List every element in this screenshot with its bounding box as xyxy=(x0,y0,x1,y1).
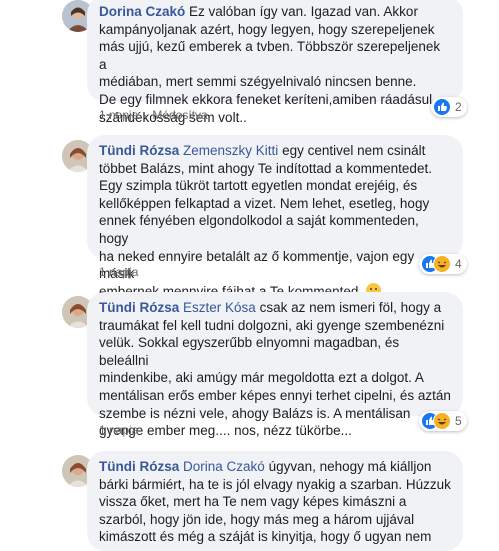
comment-author-link[interactable]: Tündi Rózsa xyxy=(99,300,179,315)
comment-timestamp[interactable]: 1 napja xyxy=(99,423,138,437)
comment-text-line: szarból, hogy jön ide, hogy más meg a há… xyxy=(99,511,415,527)
reaction-summary[interactable]: 2 xyxy=(431,97,467,117)
comment-text-line: mindenkibe, aki amúgy már megoldotta ezt… xyxy=(99,370,424,386)
comment-text-line: ennek fényében elgondolkodol a saját kom… xyxy=(99,213,419,246)
reaction-summary[interactable]: 4 xyxy=(419,254,467,274)
comment-timestamp[interactable]: 1 napja xyxy=(99,108,138,122)
comment-bubble: Tündi Rózsa Eszter Kósa csak az nem isme… xyxy=(87,292,463,438)
comment-text-line: úgyvan, nehogy má kiálljon xyxy=(268,459,432,474)
comment-bubble: Tündi Rózsa Zemenszky Kitti egy centivel… xyxy=(87,135,463,299)
comment-text-line: Egy szimpla tükröt tartott egyetlen mond… xyxy=(99,178,418,194)
reaction-count: 5 xyxy=(455,414,462,428)
comment-text-line: csak az nem ismeri föl, hogy a xyxy=(259,300,442,315)
reaction-summary[interactable]: 5 xyxy=(419,411,467,431)
like-reaction-icon xyxy=(433,98,451,116)
comment-text-line: kellőképpen felkaptad a vizet. Nem lehet… xyxy=(99,195,430,211)
comment-text-line: vissza őket, mert ha Te nem vagy képes k… xyxy=(99,494,407,510)
comment-actions: 1 napja xyxy=(99,423,138,437)
comment-text-line: szembe is nézni vele, ahogy Balázs is. A… xyxy=(99,405,411,421)
comment-text-line: médiában, mert semmi szégyelnivaló nincs… xyxy=(99,74,417,90)
comment-text-line: ha neked ennyire betalált az ő kommentje… xyxy=(99,248,415,282)
comment-text-line: kimászott és még a száját is kinyitja, h… xyxy=(99,529,432,545)
comment-timestamp[interactable]: 1 napja xyxy=(99,265,138,279)
edited-label[interactable]: Módosítva xyxy=(152,108,207,122)
comment-text-line: De egy filmnek ekkora feneket keríteni,a… xyxy=(99,91,433,107)
comment-bubble: Dorina Czakó Ez valóban így van. Igazad … xyxy=(87,0,463,125)
comment-text-line: bárki bármiért, ha te is jól elvagy nyak… xyxy=(99,476,451,492)
mention-link[interactable]: Eszter Kósa xyxy=(183,300,256,315)
reaction-count: 4 xyxy=(455,257,462,271)
comment-text-line: kampányoljanak azért, hogy legyen, hogy … xyxy=(99,21,435,37)
comment-text-line: velük. Sokkal egyszerűbb elnyomni magadb… xyxy=(99,335,400,368)
comment-bubble: Tündi Rózsa Dorina Czakó úgyvan, nehogy … xyxy=(87,451,463,551)
comment-author-link[interactable]: Tündi Rózsa xyxy=(99,143,179,158)
comment-text-line: többet Balázs, mint ahogy Te indítottad … xyxy=(99,160,432,176)
comment-text-line: traumákat fel kell tudni dolgozni, aki g… xyxy=(99,317,445,333)
mention-link[interactable]: Zemenszky Kitti xyxy=(183,143,278,158)
reaction-count: 2 xyxy=(455,100,462,114)
comment-text-line: Ez valóban így van. Igazad van. Akkor xyxy=(189,4,418,19)
comment-author-link[interactable]: Tündi Rózsa xyxy=(99,459,179,474)
comment-actions: 1 napja xyxy=(99,265,138,279)
mention-link[interactable]: Dorina Czakó xyxy=(183,459,265,474)
comment-author-link[interactable]: Dorina Czakó xyxy=(99,4,185,19)
comment-actions: 1 napja · Módosítva xyxy=(99,108,208,122)
haha-reaction-icon xyxy=(433,412,451,430)
comment-text-line: egy centivel nem csinált xyxy=(282,143,426,158)
haha-reaction-icon xyxy=(433,255,451,273)
comment-text-line: más ujjú, kezű emberek a tvben. Többször… xyxy=(99,39,441,72)
comment-text-line: mentálisan erős ember képes ennyi terhet… xyxy=(99,387,451,403)
